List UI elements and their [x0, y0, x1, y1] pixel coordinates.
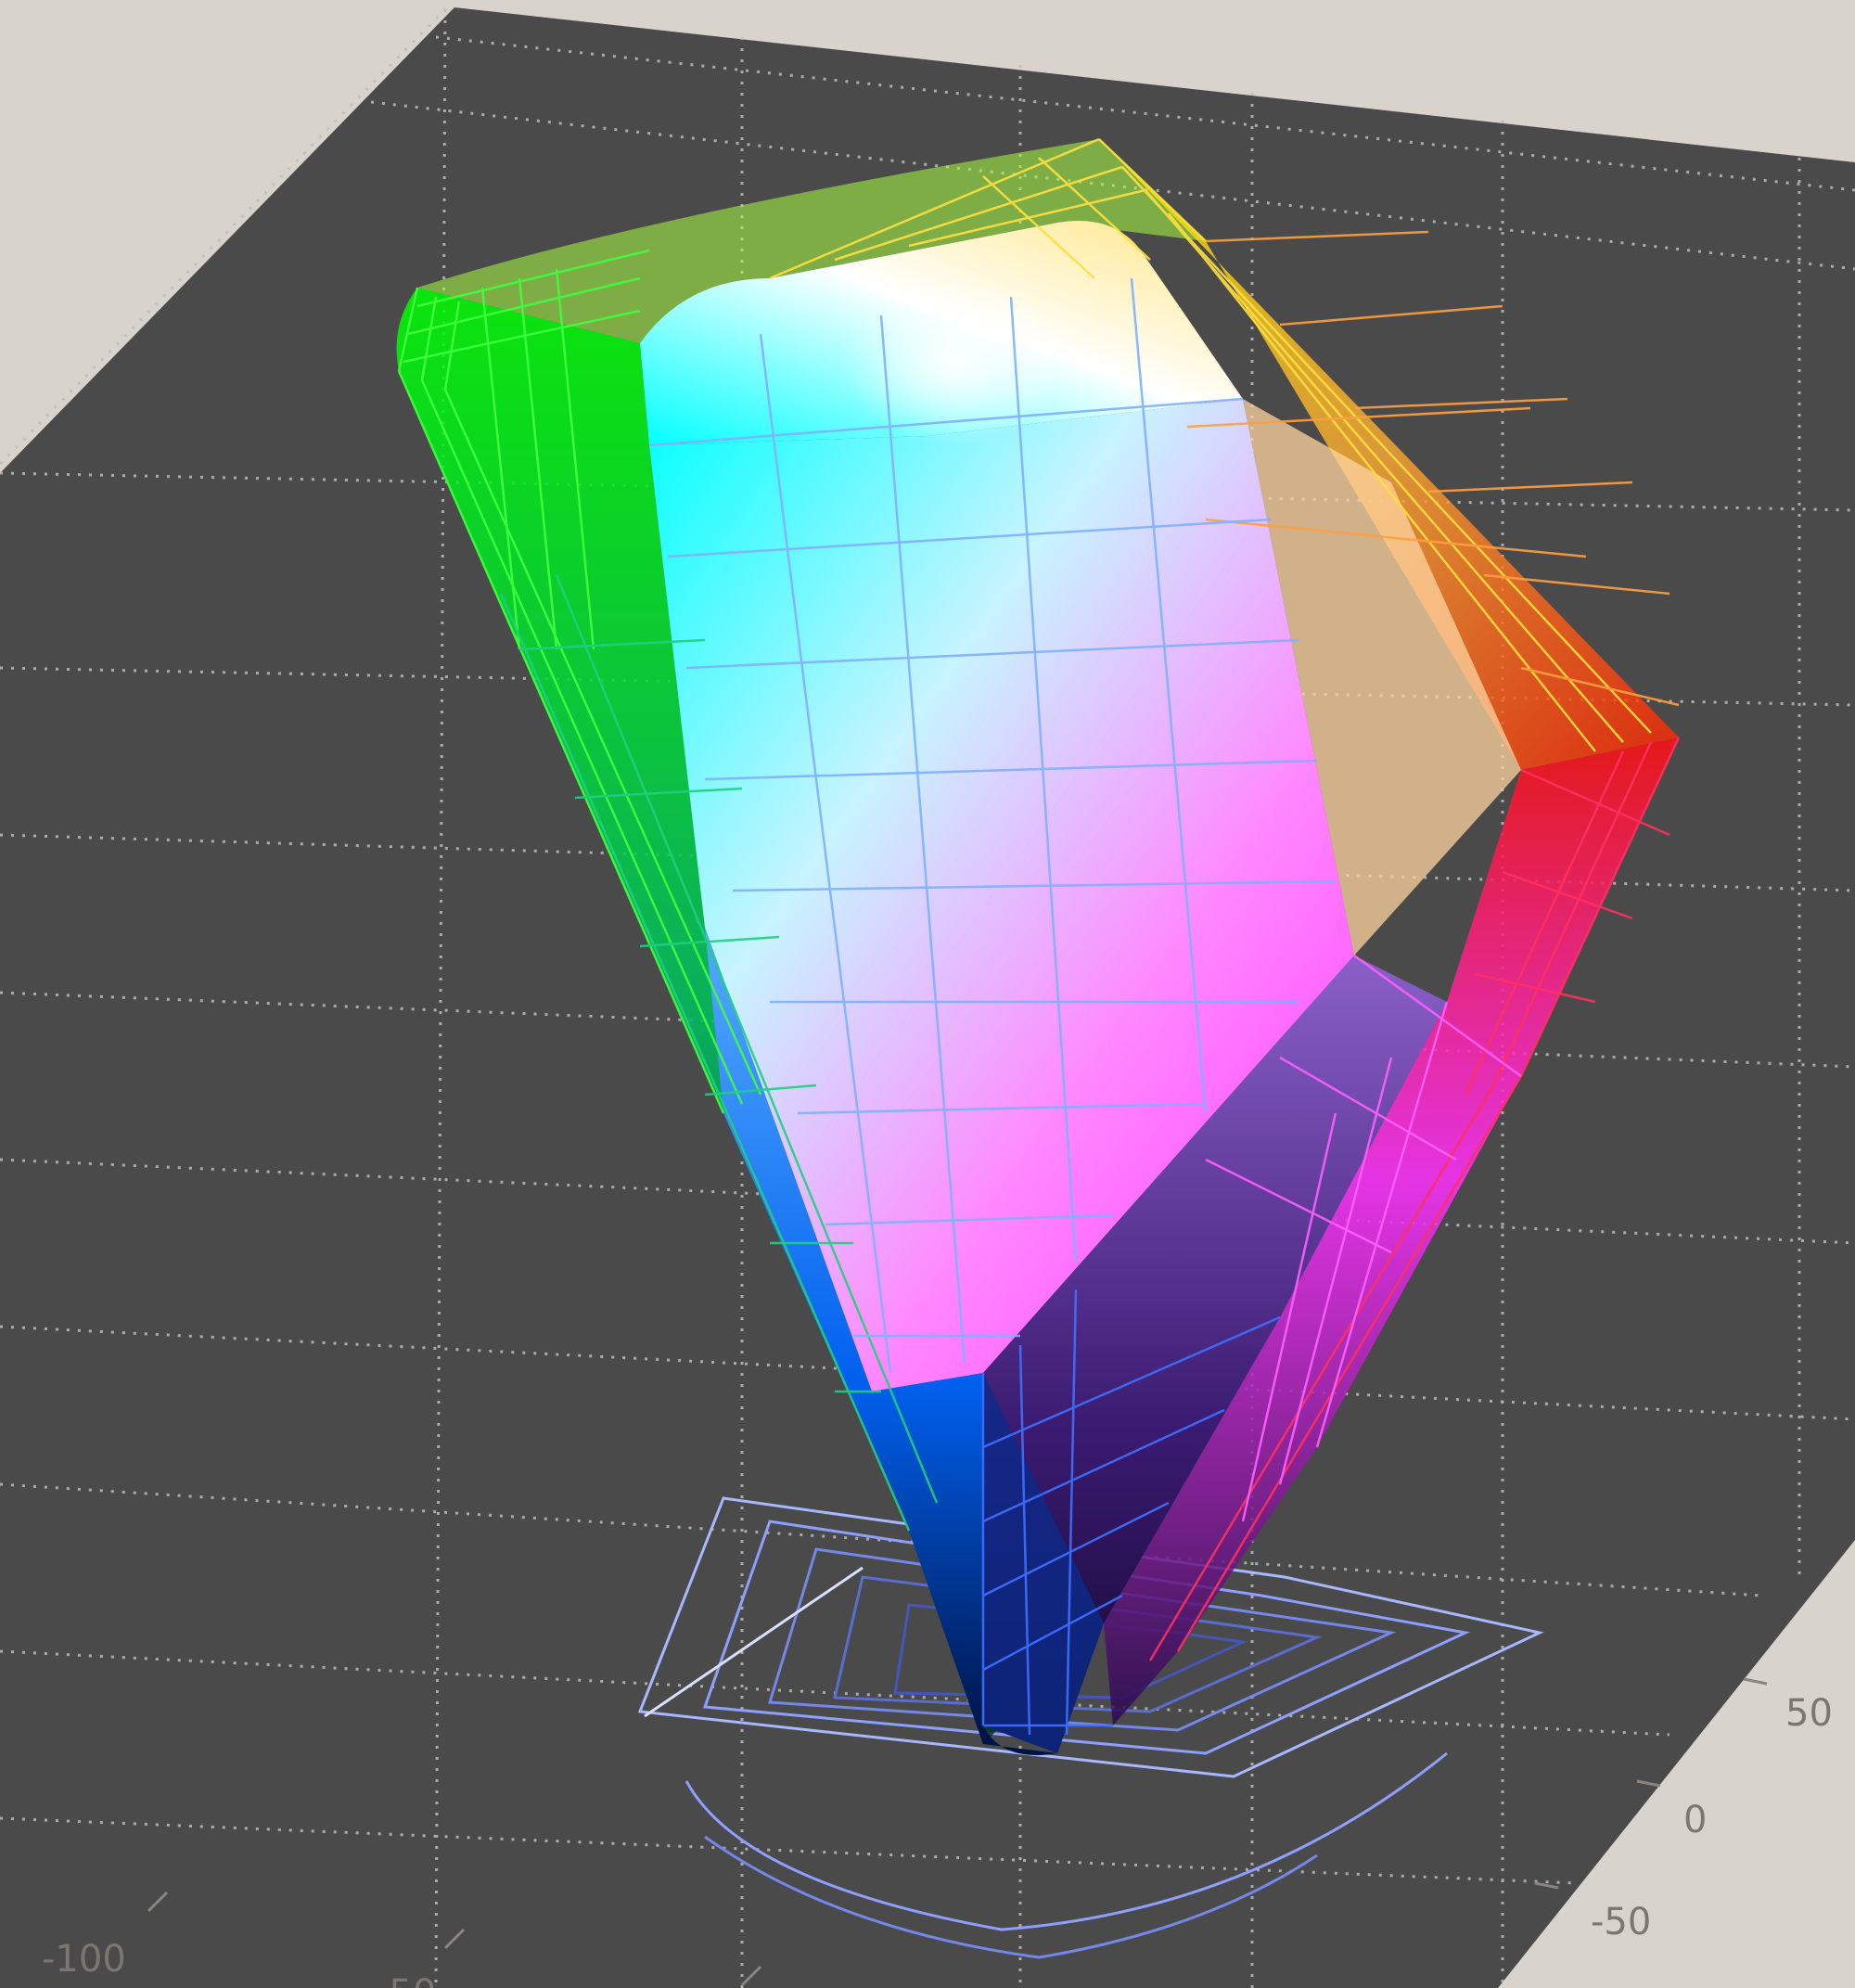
y-tick-label-neg50: -50	[1591, 1901, 1651, 1943]
x-tick-label-neg50: -50	[376, 1972, 436, 1988]
y-tick-label-0: 0	[1683, 1799, 1707, 1841]
y-tick-label-50: 50	[1785, 1692, 1833, 1735]
gamut-3d-plot: -100 -50 50 0 -50	[0, 0, 1855, 1988]
x-tick-label-neg100: -100	[42, 1938, 126, 1981]
